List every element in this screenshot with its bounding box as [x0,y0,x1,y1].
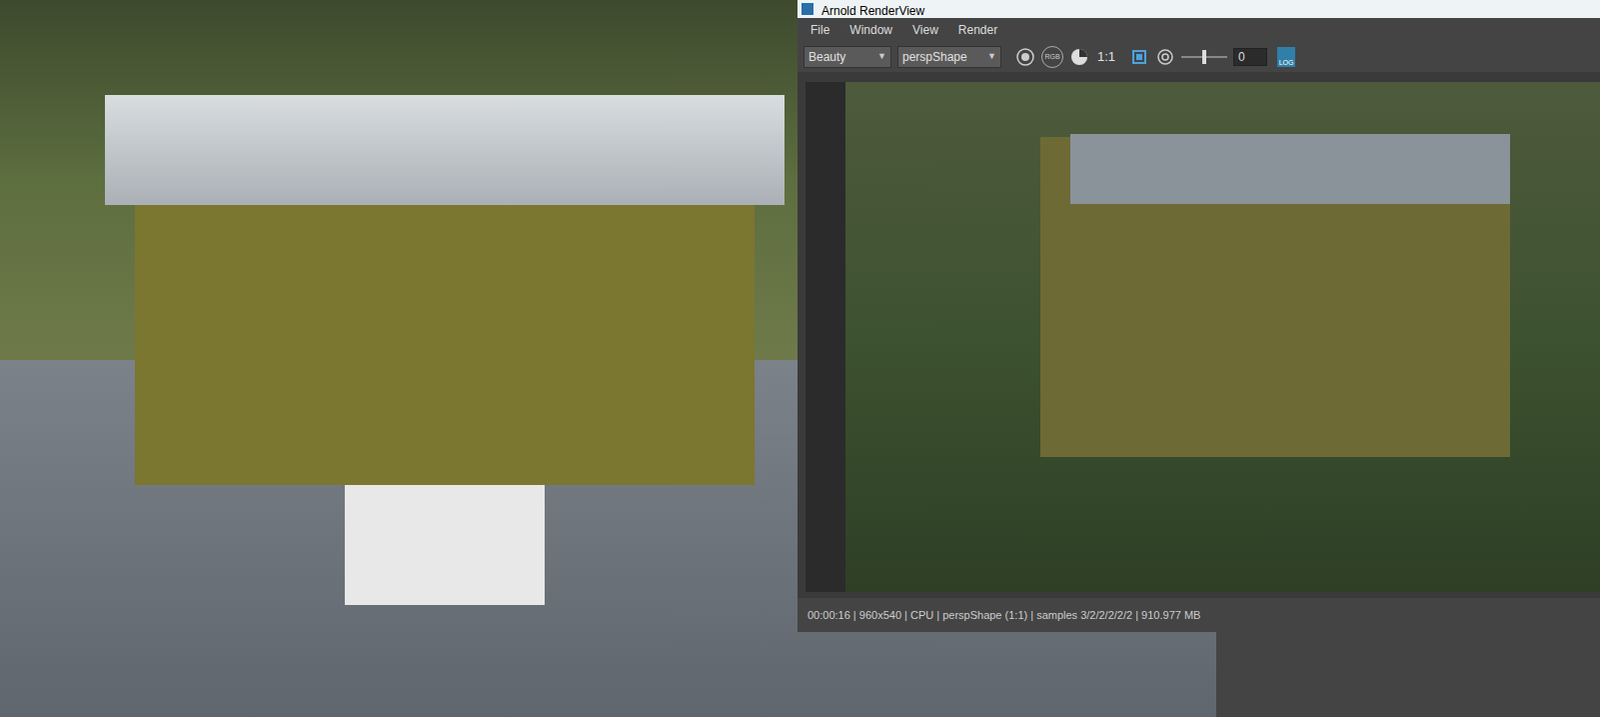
exposure-slider[interactable] [1181,49,1228,64]
rgb-button[interactable]: RGB [1041,45,1064,68]
render-image [845,81,1600,592]
menu-bar: File Window View Render [797,17,1600,42]
toolbar: Beauty▼perspShape▼ RGB 1:1 0 LOG [797,41,1600,72]
menu-item[interactable]: Render [956,20,1000,39]
arrow-icon: ▼ [877,49,887,64]
aov-dropdown[interactable]: Beauty▼ [803,45,892,68]
aperture-icon[interactable] [1155,46,1176,67]
side-panel [1216,631,1600,717]
exposure-field[interactable]: 0 [1233,47,1268,66]
channel-icon[interactable] [1069,46,1090,67]
render-window[interactable]: Arnold RenderView File Window View Render B… [797,0,1600,632]
menu-item[interactable]: View [910,20,941,39]
status-text: 00:00:16 | 960x540 | CPU | perspShape (1… [807,606,1201,624]
ratio-button[interactable]: 1:1 [1095,46,1118,67]
render-icon[interactable] [1015,46,1036,67]
log-button[interactable]: LOG [1277,46,1296,67]
crop-icon[interactable] [1129,46,1150,67]
menu-item[interactable]: File [808,20,832,39]
arrow-icon: ▼ [987,49,997,64]
render-area [797,71,1600,598]
title-bar[interactable]: Arnold RenderView [797,0,1600,18]
arnold-icon [801,2,814,15]
menu-item[interactable]: Window [847,20,895,39]
slider-thumb[interactable] [1202,49,1207,64]
house-model [94,94,795,605]
window-title: Arnold RenderView [821,3,925,18]
status-bar: 00:00:16 | 960x540 | CPU | perspShape (1… [797,597,1600,632]
camera-dropdown[interactable]: perspShape▼ [897,45,1002,68]
